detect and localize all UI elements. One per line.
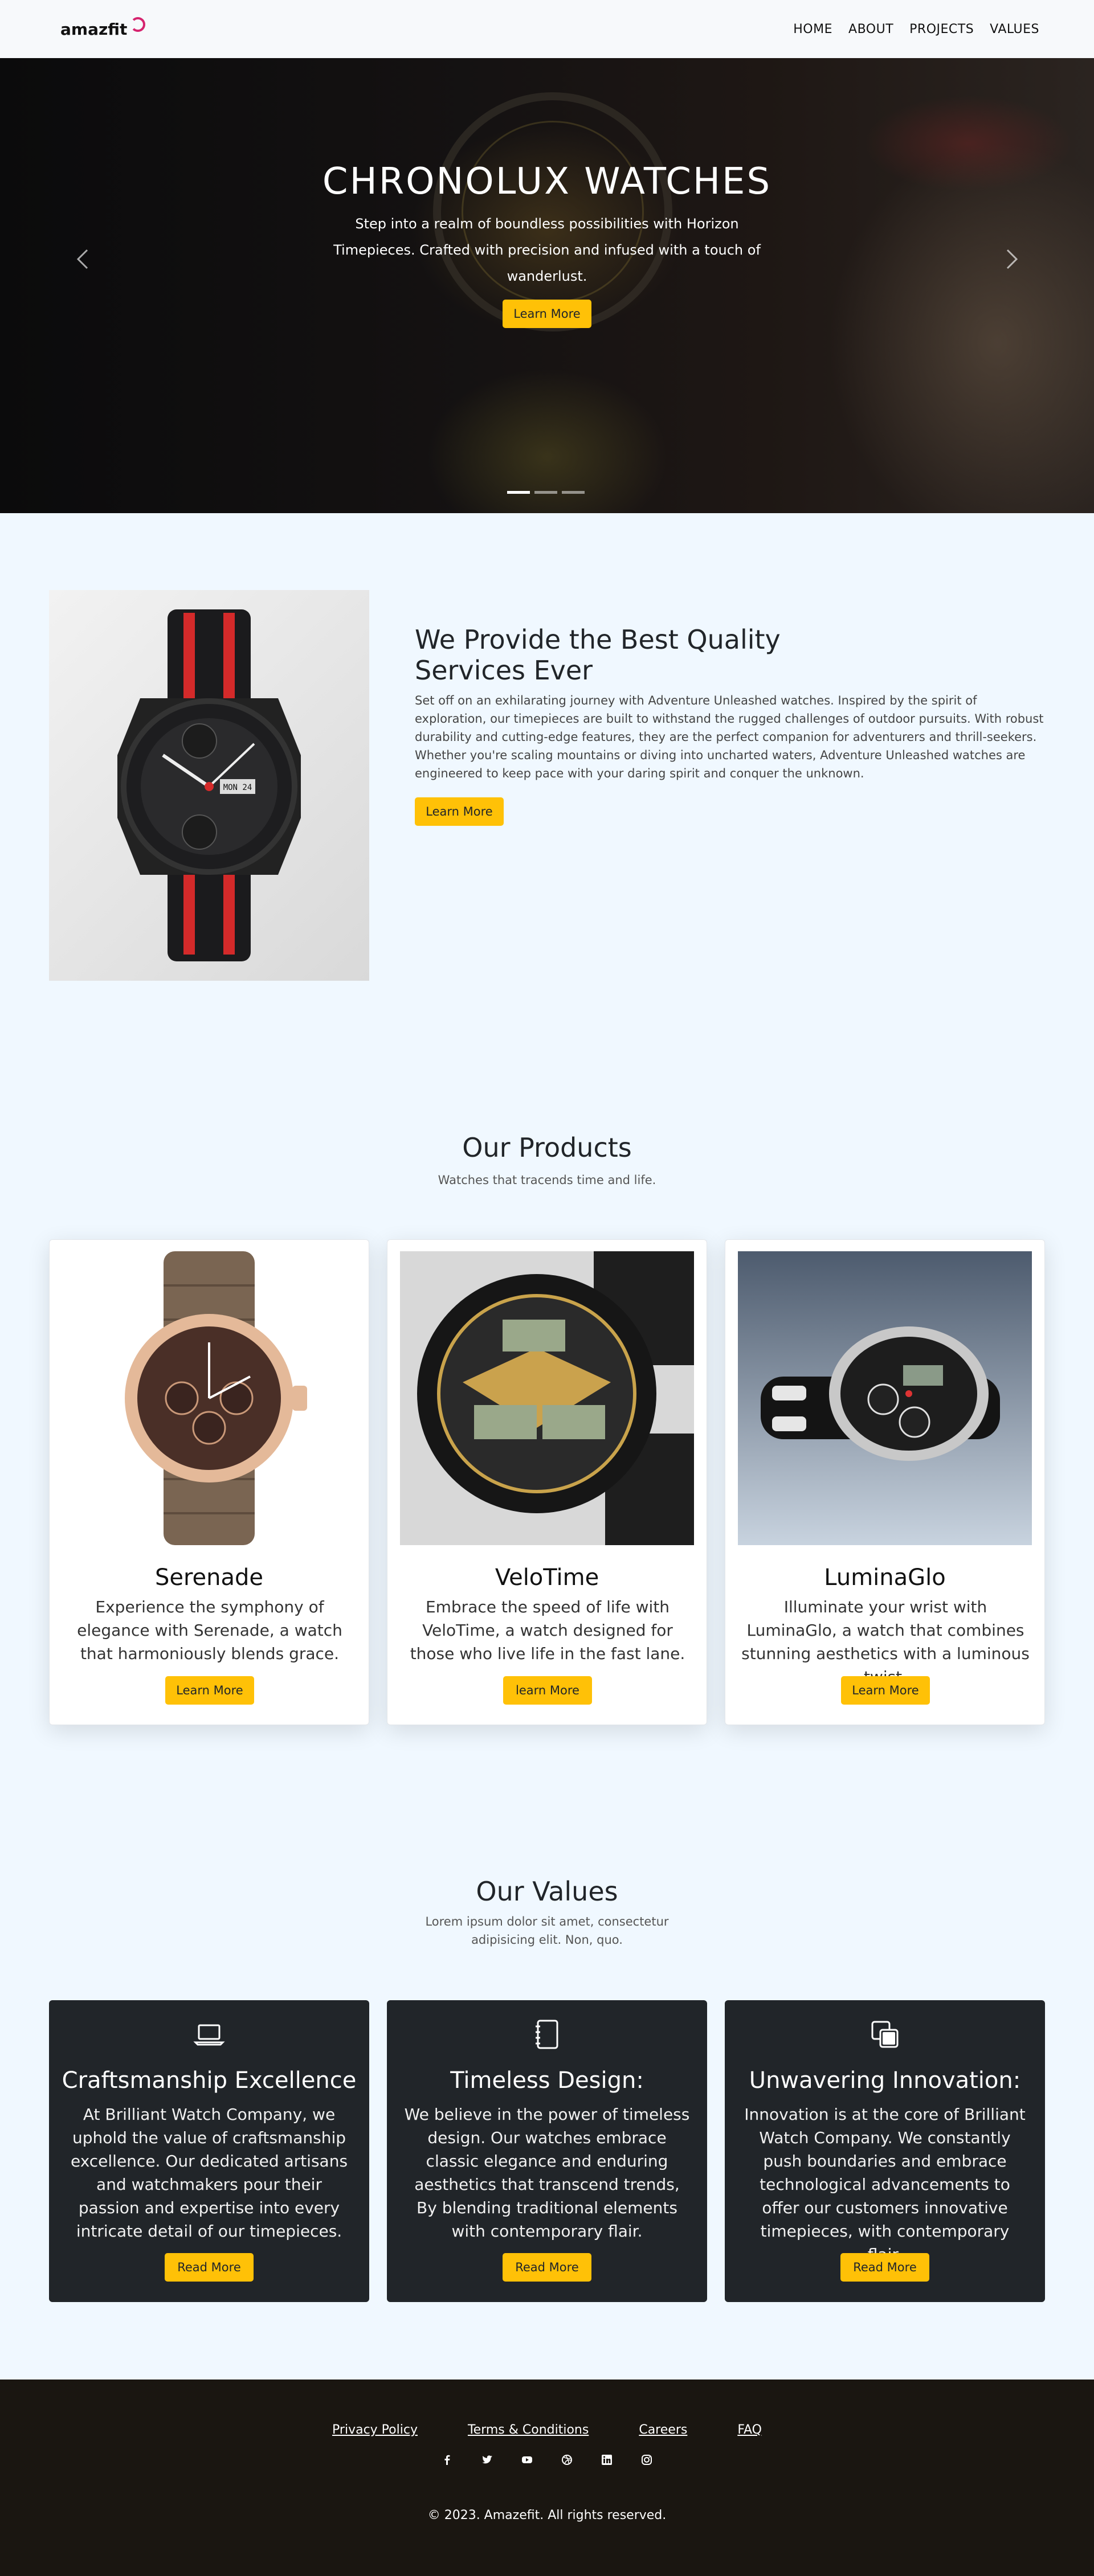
product-description: Illuminate your wrist with LuminaGlo, a … <box>741 1598 1030 1686</box>
value-read-more-button[interactable]: Read More <box>840 2253 929 2282</box>
hero-text: Step into a realm of boundless possibili… <box>333 216 761 284</box>
values-subtitle: Lorem ipsum dolor sit amet, consectetur … <box>425 1915 669 1947</box>
notebook-icon <box>530 2017 564 2051</box>
about-text: Set off on an exhilarating journey with … <box>415 694 1044 780</box>
about-watch-image: MON 24 <box>49 590 369 981</box>
linkedin-icon[interactable] <box>601 2454 613 2466</box>
product-card-velotime: VeloTime Embrace the speed of life with … <box>387 1239 707 1725</box>
product-card-serenade: Serenade Experience the symphony of eleg… <box>49 1239 369 1725</box>
brand-logo[interactable]: amazfit <box>60 17 146 39</box>
product-learn-more-button[interactable]: Learn More <box>165 1676 254 1705</box>
carousel-indicators <box>507 491 585 494</box>
about-title: We Provide the Best Quality Services Eve… <box>415 624 781 686</box>
carousel-indicator-3[interactable] <box>562 491 585 494</box>
value-read-more-button[interactable]: Read More <box>503 2253 591 2282</box>
product-learn-more-button[interactable]: Learn More <box>841 1676 930 1705</box>
facebook-icon[interactable] <box>441 2454 454 2466</box>
products-title: Our Products <box>462 1132 632 1163</box>
chevron-right-icon[interactable] <box>1001 246 1023 280</box>
product-image-velotime <box>400 1251 694 1545</box>
nav-link-home[interactable]: HOME <box>793 22 832 36</box>
nav-links: HOME ABOUT PROJECTS VALUES <box>793 22 1039 36</box>
footer-links: Privacy Policy Terms & Conditions Career… <box>0 2423 1094 2437</box>
nav-link-about[interactable]: ABOUT <box>848 22 893 36</box>
dribbble-icon[interactable] <box>561 2454 573 2466</box>
hero-learn-more-button[interactable]: Learn More <box>503 300 591 328</box>
value-card-timeless-design: Timeless Design: We believe in the power… <box>387 2000 707 2302</box>
value-card-innovation: Unwavering Innovation: Innovation is at … <box>725 2000 1045 2302</box>
hero-carousel: CHRONOLUX WATCHES Step into a realm of b… <box>0 58 1094 513</box>
value-title: Craftsmanship Excellence <box>62 2067 357 2094</box>
nav-link-projects[interactable]: PROJECTS <box>909 22 974 36</box>
product-title: Serenade <box>154 1565 264 1591</box>
value-description: At Brilliant Watch Company, we uphold th… <box>70 2105 348 2241</box>
navbar: amazfit HOME ABOUT PROJECTS VALUES <box>0 0 1094 58</box>
product-title: LuminaGlo <box>824 1565 946 1591</box>
product-description: Embrace the speed of life with VeloTime,… <box>410 1598 685 1663</box>
value-description: We believe in the power of timeless desi… <box>404 2105 690 2241</box>
nav-link-values[interactable]: VALUES <box>990 22 1039 36</box>
values-title: Our Values <box>476 1876 618 1907</box>
product-image-serenade <box>62 1251 356 1545</box>
hero-title: CHRONOLUX WATCHES <box>322 161 772 203</box>
products-subtitle: Watches that tracends time and life. <box>438 1173 656 1187</box>
footer-social-icons <box>0 2454 1094 2466</box>
brand-mark-icon <box>130 17 146 32</box>
layers-icon <box>868 2017 902 2051</box>
value-card-craftsmanship: Craftsmanship Excellence At Brilliant Wa… <box>49 2000 369 2302</box>
footer: Privacy Policy Terms & Conditions Career… <box>0 2380 1094 2576</box>
product-learn-more-button[interactable]: learn More <box>503 1676 592 1705</box>
footer-copyright: © 2023. Amazefit. All rights reserved. <box>427 2508 667 2522</box>
product-description: Experience the symphony of elegance with… <box>77 1598 342 1663</box>
value-title: Timeless Design: <box>450 2067 644 2094</box>
about-learn-more-button[interactable]: Learn More <box>415 797 504 826</box>
footer-link-privacy[interactable]: Privacy Policy <box>332 2423 418 2437</box>
footer-link-terms[interactable]: Terms & Conditions <box>468 2423 589 2437</box>
product-title: VeloTime <box>495 1565 599 1591</box>
instagram-icon[interactable] <box>640 2454 653 2466</box>
product-card-luminaglo: LuminaGlo Illuminate your wrist with Lum… <box>725 1239 1045 1725</box>
footer-link-faq[interactable]: FAQ <box>737 2423 762 2437</box>
product-image-luminaglo <box>738 1251 1032 1545</box>
watch-date: MON 24 <box>223 783 252 792</box>
carousel-indicator-1[interactable] <box>507 491 530 494</box>
value-title: Unwavering Innovation: <box>749 2067 1021 2094</box>
youtube-icon[interactable] <box>521 2454 533 2466</box>
value-read-more-button[interactable]: Read More <box>165 2253 254 2282</box>
chevron-left-icon[interactable] <box>71 246 94 280</box>
laptop-icon <box>192 2017 226 2051</box>
carousel-indicator-2[interactable] <box>534 491 557 494</box>
footer-link-careers[interactable]: Careers <box>639 2423 687 2437</box>
twitter-icon[interactable] <box>481 2454 493 2466</box>
brand-name: amazfit <box>60 19 128 39</box>
value-description: Innovation is at the core of Brilliant W… <box>744 2105 1026 2264</box>
